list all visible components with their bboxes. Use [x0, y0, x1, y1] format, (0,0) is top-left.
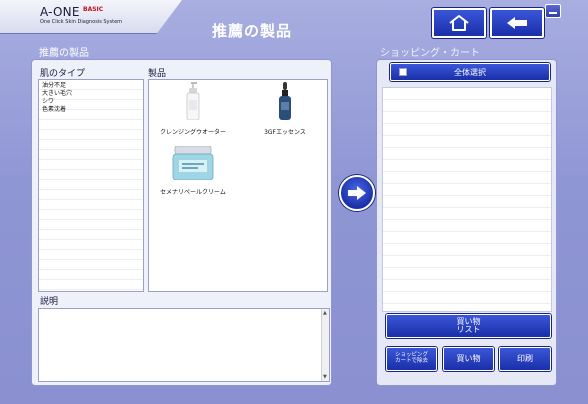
cream-jar-icon: [172, 145, 214, 181]
shopping-list-button[interactable]: 買い物 リスト: [386, 314, 551, 338]
description-scrollbar[interactable]: ▲ ▼: [321, 309, 329, 381]
skin-type-heading: 肌のタイプ: [40, 69, 86, 79]
app-logo: A-ONE BASIC One Click Skin Diagnosis Sys…: [0, 0, 182, 34]
skin-type-item[interactable]: 大きい毛穴: [42, 90, 72, 98]
back-button[interactable]: [490, 8, 544, 38]
product-name: セメナリペールクリーム: [160, 189, 226, 196]
cart-list[interactable]: [382, 87, 552, 312]
product-grid: クレンジングウオーター 3GFエッセンス セメナリペールクリーム: [148, 79, 328, 292]
skin-type-item[interactable]: 色素沈着: [42, 106, 66, 114]
logo-edition-text: BASIC: [83, 6, 104, 13]
products-heading: 製品: [148, 69, 167, 79]
product-item[interactable]: 3GFエッセンス: [245, 82, 325, 136]
home-icon: [449, 15, 469, 31]
scroll-up-icon[interactable]: ▲: [323, 310, 327, 316]
remove-from-cart-button[interactable]: ショッピング カートで除去: [386, 347, 437, 371]
pump-bottle-icon: [186, 82, 200, 121]
skin-type-item[interactable]: シワ: [42, 98, 54, 106]
recommended-panel: 肌のタイプ 製品 油分不足 大きい毛穴 シワ 色素沈着 クレンジングウオーター: [31, 59, 332, 386]
add-to-cart-button[interactable]: [339, 175, 375, 211]
shopping-list-label-line2: リスト: [456, 325, 481, 334]
select-all-label: 全体選択: [454, 67, 486, 77]
product-item[interactable]: クレンジングウオーター: [153, 82, 233, 136]
select-all-checkbox[interactable]: [399, 68, 407, 76]
print-button[interactable]: 印刷: [499, 347, 551, 371]
arrow-right-circle-icon: [348, 186, 366, 200]
arrow-left-icon: [507, 17, 527, 29]
product-item[interactable]: セメナリペールクリーム: [153, 145, 233, 196]
description-textarea[interactable]: ▲ ▼: [38, 308, 330, 382]
remove-label-line2: カートで除去: [394, 358, 428, 364]
product-name: 3GFエッセンス: [264, 129, 306, 136]
dropper-bottle-icon: [279, 82, 291, 120]
skin-type-item[interactable]: 油分不足: [42, 82, 66, 90]
logo-subtitle: One Click Skin Diagnosis System: [40, 19, 123, 25]
skin-type-list[interactable]: 油分不足 大きい毛穴 シワ 色素沈着: [38, 79, 144, 292]
shopping-cart-panel: 全体選択 買い物 リスト ショッピング カートで除去 買い物 印刷: [376, 59, 557, 386]
page-title: 推薦の製品: [212, 22, 293, 40]
home-button[interactable]: [432, 8, 486, 38]
product-name: クレンジングウオーター: [159, 129, 226, 136]
scroll-down-icon[interactable]: ▼: [323, 374, 327, 380]
recommended-section-label: 推薦の製品: [39, 48, 89, 59]
cart-section-label: ショッピング・カート: [380, 48, 480, 59]
description-heading: 説明: [40, 297, 59, 307]
select-all-button[interactable]: 全体選択: [390, 63, 550, 81]
logo-main-text: A-ONE: [40, 5, 80, 19]
buy-button[interactable]: 買い物: [443, 347, 494, 371]
minimize-button[interactable]: [545, 4, 561, 18]
